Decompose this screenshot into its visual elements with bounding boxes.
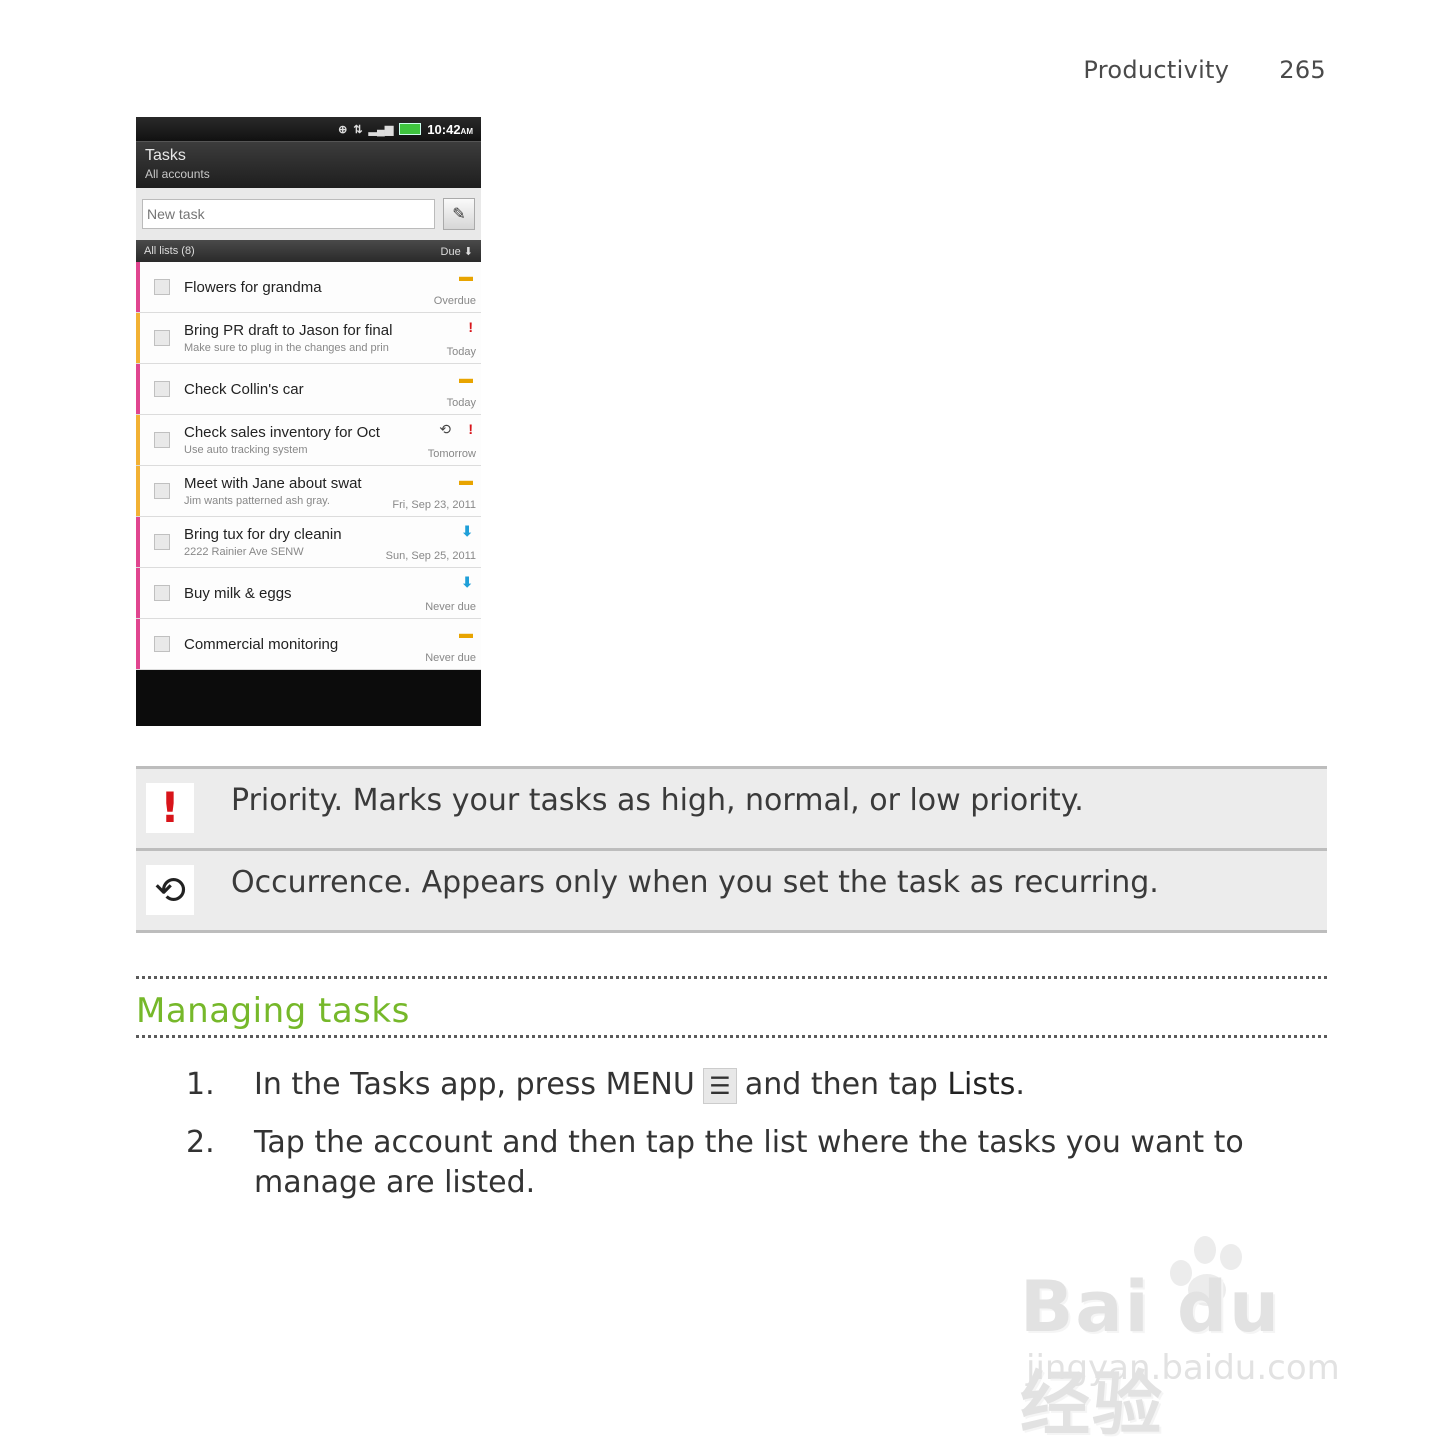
legend-text-occurrence: Occurrence. Appears only when you set th…	[231, 865, 1159, 900]
task-row[interactable]: Flowers for grandma ▬ Overdue	[136, 262, 481, 313]
app-subtitle: All accounts	[145, 167, 210, 181]
task-checkbox[interactable]	[154, 279, 170, 295]
task-due: Never due	[425, 652, 476, 664]
sort-label[interactable]: Due ⬇	[441, 245, 473, 258]
task-list: Flowers for grandma ▬ Overdue Bring PR draf…	[136, 262, 481, 670]
step-1-text-before: In the Tasks app, press MENU	[254, 1067, 695, 1102]
priority-normal-icon: ▬	[459, 370, 473, 386]
legend-text-priority: Priority. Marks your tasks as high, norm…	[231, 783, 1084, 818]
task-due: Today	[446, 397, 476, 409]
task-title: Bring PR draft to Jason for final a	[184, 322, 395, 339]
task-checkbox[interactable]	[154, 636, 170, 652]
task-due: Today	[446, 346, 476, 358]
step-number: 1.	[186, 1067, 215, 1102]
task-checkbox[interactable]	[154, 330, 170, 346]
task-color-bar	[136, 466, 140, 516]
task-row[interactable]: Check sales inventory for Oct Use auto tr…	[136, 415, 481, 466]
task-checkbox[interactable]	[154, 432, 170, 448]
task-checkbox[interactable]	[154, 534, 170, 550]
task-due: Tomorrow	[427, 448, 476, 460]
priority-normal-icon: ▬	[459, 472, 473, 488]
list-header[interactable]: All lists (8) Due ⬇	[136, 240, 481, 262]
step-number: 2.	[186, 1125, 215, 1160]
recurring-icon: ⟲	[439, 421, 451, 437]
task-checkbox[interactable]	[154, 381, 170, 397]
arrow-down-icon: ⬇	[463, 245, 473, 258]
task-title: Buy milk & eggs	[184, 584, 292, 602]
occurrence-icon: ⟲	[146, 865, 194, 915]
priority-normal-icon: ▬	[459, 625, 473, 641]
task-due: Overdue	[433, 295, 476, 307]
section-heading: Managing tasks	[136, 976, 1327, 1038]
lists-label: Lists	[947, 1067, 1016, 1102]
priority-high-icon: !	[468, 421, 473, 437]
app-title-bar: Tasks All accounts	[136, 141, 481, 188]
task-title: Check Collin's car	[184, 380, 304, 398]
tasks-app-screenshot: ⊕ ⇅ ▂▄▆ 10:42AM Tasks All accounts ✎ All…	[136, 117, 481, 726]
new-task-input[interactable]	[142, 199, 435, 229]
step-1-text-after: and then tap	[744, 1067, 938, 1102]
task-color-bar	[136, 415, 140, 465]
baidu-watermark: Bai du 经验 jingyan.baidu.com	[1020, 1236, 1360, 1445]
priority-low-icon: ⬇	[461, 574, 473, 590]
network-icon: ⇅	[353, 123, 363, 136]
task-row[interactable]: Check Collin's car ▬ Today	[136, 364, 481, 415]
priority-icon: !	[146, 783, 194, 833]
running-header: Productivity 265	[1083, 56, 1326, 84]
priority-normal-icon: ▬	[459, 268, 473, 284]
task-row[interactable]: Buy milk & eggs ⬇ Never due	[136, 568, 481, 619]
task-color-bar	[136, 364, 140, 414]
gps-icon: ⊕	[338, 123, 348, 136]
task-color-bar	[136, 262, 140, 312]
step-1: 1. In the Tasks app, press MENU ☰ and then…	[186, 1065, 1326, 1105]
task-due: Never due	[425, 601, 476, 613]
section-title: Managing tasks	[136, 991, 410, 1031]
priority-low-icon: ⬇	[461, 523, 473, 539]
step-2-text: Tap the account and then tap the list wh…	[254, 1125, 1244, 1200]
signal-icon: ▂▄▆	[368, 123, 394, 136]
header-section: Productivity	[1083, 56, 1230, 84]
task-due: Sun, Sep 25, 2011	[385, 550, 476, 562]
list-name: All lists (8)	[144, 245, 195, 257]
task-color-bar	[136, 568, 140, 618]
task-checkbox[interactable]	[154, 585, 170, 601]
watermark-url: jingyan.baidu.com	[1026, 1348, 1340, 1388]
task-checkbox[interactable]	[154, 483, 170, 499]
legend-row-priority: ! Priority. Marks your tasks as high, no…	[136, 769, 1327, 851]
task-note: Make sure to plug in the changes and pri…	[184, 342, 389, 354]
edit-task-button[interactable]: ✎	[443, 198, 475, 230]
task-title: Check sales inventory for Oct	[184, 424, 380, 441]
task-title: Flowers for grandma	[184, 278, 322, 296]
task-color-bar	[136, 313, 140, 363]
legend-row-occurrence: ⟲ Occurrence. Appears only when you set …	[136, 851, 1327, 933]
task-row[interactable]: Meet with Jane about swat Jim wants patte…	[136, 466, 481, 517]
priority-high-icon: !	[468, 319, 473, 335]
task-due: Fri, Sep 23, 2011	[392, 499, 476, 511]
status-bar: ⊕ ⇅ ▂▄▆ 10:42AM	[136, 117, 481, 141]
task-title: Commercial monitoring	[184, 635, 339, 653]
icon-legend-table: ! Priority. Marks your tasks as high, no…	[136, 766, 1327, 933]
status-time: 10:42AM	[427, 121, 473, 137]
task-note: Jim wants patterned ash gray.	[184, 495, 330, 507]
step-2: 2. Tap the account and then tap the list…	[186, 1123, 1326, 1203]
task-title: Bring tux for dry cleanin	[184, 526, 342, 543]
task-note: Use auto tracking system	[184, 444, 308, 456]
steps-list: 1. In the Tasks app, press MENU ☰ and then…	[186, 1065, 1326, 1221]
battery-icon	[399, 123, 422, 135]
task-title: Meet with Jane about swat	[184, 475, 362, 492]
task-color-bar	[136, 619, 140, 669]
task-note: 2222 Rainier Ave SENW	[184, 546, 304, 558]
task-row[interactable]: Bring tux for dry cleanin 2222 Rainier Av…	[136, 517, 481, 568]
menu-icon: ☰	[702, 1067, 737, 1104]
app-title: Tasks	[145, 147, 186, 164]
page-number: 265	[1279, 56, 1326, 84]
edit-icon: ✎	[452, 206, 466, 223]
new-task-bar: ✎	[136, 188, 481, 240]
task-row[interactable]: Bring PR draft to Jason for final a Make …	[136, 313, 481, 364]
task-row[interactable]: Commercial monitoring ▬ Never due	[136, 619, 481, 670]
task-color-bar	[136, 517, 140, 567]
